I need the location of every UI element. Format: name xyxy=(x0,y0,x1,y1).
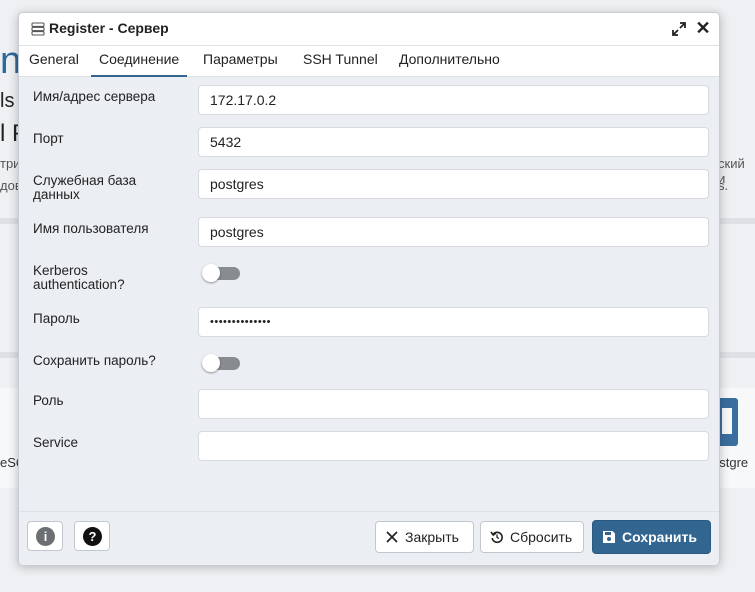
save-button-label: Сохранить xyxy=(622,529,697,545)
password-label: Пароль xyxy=(33,311,80,326)
toggle-knob xyxy=(202,264,220,282)
port-input[interactable] xyxy=(198,127,709,157)
host-input[interactable] xyxy=(198,85,709,115)
close-icon[interactable]: ✕ xyxy=(695,19,711,37)
host-label: Имя/адрес сервера xyxy=(33,89,156,104)
service-label: Service xyxy=(33,435,79,450)
close-button-label: Закрыть xyxy=(405,529,459,545)
dialog-footer: i ? Закрыть Сбросить Сохранить xyxy=(19,511,719,565)
port-label: Порт xyxy=(33,131,64,146)
tab-general[interactable]: General xyxy=(29,51,79,75)
kerberos-toggle[interactable] xyxy=(202,264,240,282)
save-button[interactable]: Сохранить xyxy=(592,520,711,554)
dialog-titlebar[interactable]: Register - Сервер ✕ xyxy=(19,13,719,46)
help-button[interactable]: ? xyxy=(74,521,110,551)
maintenance-db-label-line: Служебная база xyxy=(33,173,137,188)
password-input[interactable]: •••••••••••••• xyxy=(198,307,709,337)
tab-connection[interactable]: Соединение xyxy=(91,51,188,77)
service-input[interactable] xyxy=(198,431,709,461)
toggle-knob xyxy=(202,354,220,372)
tab-advanced[interactable]: Дополнительно xyxy=(399,51,500,75)
save-icon xyxy=(603,531,615,543)
tab-parameters[interactable]: Параметры xyxy=(203,51,278,75)
close-icon xyxy=(386,531,398,543)
username-label: Имя пользователя xyxy=(33,221,149,236)
server-icon xyxy=(31,22,45,36)
reset-icon xyxy=(490,531,503,544)
background-text: ls xyxy=(0,90,15,112)
maximize-icon[interactable] xyxy=(671,21,687,37)
reset-button-label: Сбросить xyxy=(510,529,573,545)
role-label: Роль xyxy=(33,393,64,408)
maintenance-db-label: Служебная база данных xyxy=(33,174,193,202)
username-input[interactable] xyxy=(198,217,709,247)
register-server-dialog: Register - Сервер ✕ General Соединение П… xyxy=(18,12,720,565)
info-icon: i xyxy=(36,527,55,546)
dialog-title: Register - Сервер xyxy=(49,20,169,36)
role-input[interactable] xyxy=(198,389,709,419)
info-button[interactable]: i xyxy=(27,521,63,551)
kerberos-label-line: Kerberos xyxy=(33,263,88,278)
reset-button[interactable]: Сбросить xyxy=(480,521,584,553)
dialog-tabs: General Соединение Параметры SSH Tunnel … xyxy=(19,46,719,77)
help-icon: ? xyxy=(83,527,102,546)
maintenance-db-label-line: данных xyxy=(33,187,80,202)
maintenance-db-input[interactable] xyxy=(198,169,709,199)
kerberos-label-line: authentication? xyxy=(33,277,125,292)
save-password-toggle[interactable] xyxy=(202,354,240,372)
tab-ssh-tunnel[interactable]: SSH Tunnel xyxy=(303,51,378,75)
save-password-label: Сохранить пароль? xyxy=(33,353,156,368)
close-button[interactable]: Закрыть xyxy=(375,521,474,553)
kerberos-label: Kerberos authentication? xyxy=(33,264,193,292)
